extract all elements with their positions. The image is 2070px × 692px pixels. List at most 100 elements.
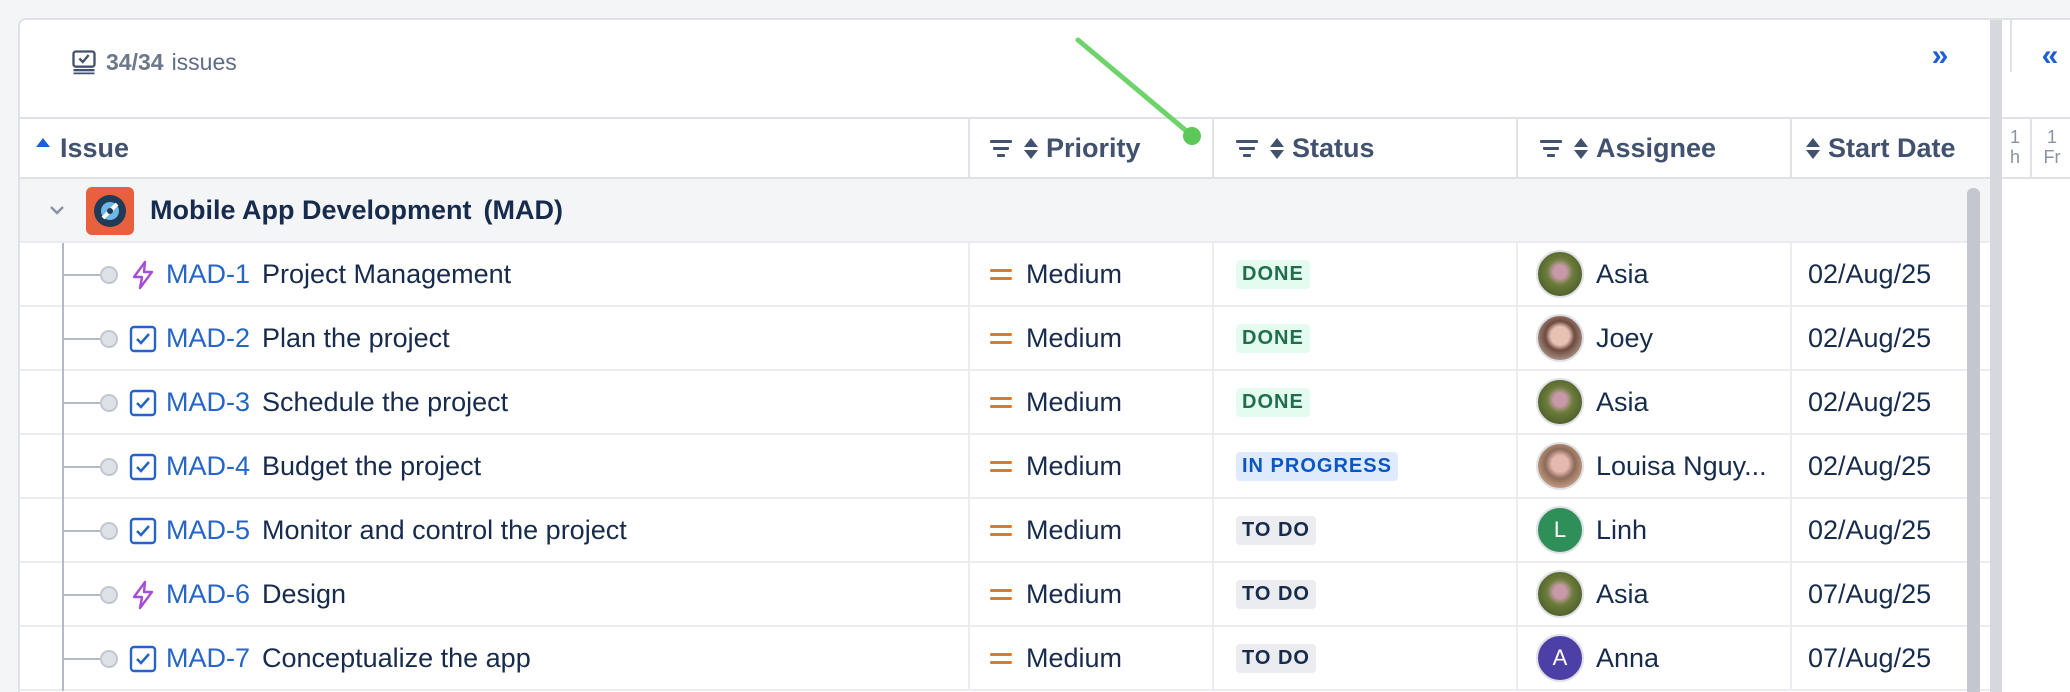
start-date-value: 02/Aug/25 [1808, 386, 1932, 417]
status-cell[interactable]: DONE [1214, 307, 1518, 369]
tree-node-icon [100, 458, 118, 476]
issue-cell[interactable]: MAD-4 Budget the project [20, 435, 970, 499]
start-date-cell[interactable]: 02/Aug/25 [1792, 435, 1967, 497]
table-row[interactable]: MAD-2 Plan the project Medium DONE Joey 02/Au… [20, 307, 1990, 371]
status-badge[interactable]: DONE [1236, 387, 1310, 417]
issue-key-link[interactable]: MAD-1 [166, 259, 250, 290]
issue-summary: Budget the project [262, 450, 482, 481]
vertical-scrollbar-thumb[interactable] [1967, 188, 1980, 692]
issue-summary: Design [262, 578, 347, 609]
priority-label: Medium [1026, 514, 1123, 545]
start-date-cell[interactable]: 02/Aug/25 [1792, 307, 1967, 369]
priority-cell[interactable]: Medium [970, 243, 1214, 305]
priority-cell[interactable]: Medium [970, 307, 1214, 369]
priority-medium-icon [990, 268, 1012, 280]
priority-label: Medium [1026, 322, 1123, 353]
column-header-issue[interactable]: Issue [20, 119, 970, 177]
status-badge[interactable]: TO DO [1236, 643, 1316, 673]
group-name: Mobile App Development [150, 194, 472, 225]
sort-icon [1574, 137, 1588, 159]
start-date-cell[interactable]: 02/Aug/25 [1792, 499, 1967, 561]
issue-key-link[interactable]: MAD-2 [166, 323, 250, 354]
status-cell[interactable]: DONE [1214, 371, 1518, 433]
issue-key-wrap: MAD-3 Schedule the project [166, 371, 508, 433]
tree-line [62, 530, 100, 532]
assignee-cell[interactable]: L Linh [1518, 499, 1792, 561]
status-badge[interactable]: DONE [1236, 259, 1310, 289]
issue-cell[interactable]: MAD-5 Monitor and control the project [20, 499, 970, 563]
column-header-priority-label: Priority [1046, 132, 1141, 163]
column-header-priority[interactable]: Priority [970, 119, 1214, 177]
sort-icon [1806, 137, 1820, 159]
start-date-value: 02/Aug/25 [1808, 514, 1932, 545]
issue-cell[interactable]: MAD-6 Design [20, 563, 970, 627]
issue-key-link[interactable]: MAD-5 [166, 515, 250, 546]
issue-key-wrap: MAD-6 Design [166, 563, 346, 625]
priority-cell[interactable]: Medium [970, 627, 1214, 689]
issue-key-link[interactable]: MAD-7 [166, 643, 250, 674]
table-row[interactable]: MAD-6 Design Medium TO DO Asia 07/Aug/25 [20, 563, 1990, 627]
assignee-cell[interactable]: Joey [1518, 307, 1792, 369]
issue-cell[interactable]: MAD-3 Schedule the project [20, 371, 970, 435]
status-badge[interactable]: TO DO [1236, 579, 1316, 609]
timeline-header: 1 h 1 Fr [2002, 117, 2070, 179]
table-row[interactable]: MAD-3 Schedule the project Medium DONE Asia 0… [20, 371, 1990, 435]
column-header-status[interactable]: Status [1214, 119, 1518, 177]
filter-icon [1236, 139, 1258, 157]
task-checkbox-icon [128, 516, 158, 546]
issue-cell[interactable]: MAD-7 Conceptualize the app [20, 627, 970, 691]
issue-cell[interactable]: MAD-1 Project Management [20, 243, 970, 307]
tree-node-icon [100, 394, 118, 412]
timeline-day-number: 1 [2009, 127, 2020, 147]
issue-cell[interactable]: MAD-2 Plan the project [20, 307, 970, 371]
status-cell[interactable]: IN PROGRESS [1214, 435, 1518, 497]
table-row[interactable]: MAD-1 Project Management Medium DONE Asia 02/… [20, 243, 1990, 307]
status-badge[interactable]: TO DO [1236, 515, 1316, 545]
assignee-cell[interactable]: Louisa Nguy... [1518, 435, 1792, 497]
avatar: A [1536, 634, 1584, 682]
tree-line [62, 402, 100, 404]
collapse-columns-button[interactable]: » [1920, 36, 1960, 76]
start-date-cell[interactable]: 07/Aug/25 [1792, 627, 1967, 689]
table-row[interactable]: MAD-7 Conceptualize the app Medium TO DO A An… [20, 627, 1990, 691]
priority-cell[interactable]: Medium [970, 435, 1214, 497]
assignee-cell[interactable]: Asia [1518, 371, 1792, 433]
start-date-cell[interactable]: 02/Aug/25 [1792, 243, 1967, 305]
assignee-name: Joey [1596, 322, 1654, 353]
status-badge[interactable]: IN PROGRESS [1236, 451, 1398, 481]
priority-label: Medium [1026, 258, 1123, 289]
issue-key-link[interactable]: MAD-6 [166, 579, 250, 610]
assignee-cell[interactable]: Asia [1518, 243, 1792, 305]
expand-timeline-button[interactable]: « [2030, 36, 2070, 76]
assignee-cell[interactable]: A Anna [1518, 627, 1792, 689]
priority-cell[interactable]: Medium [970, 499, 1214, 561]
assignee-name: Asia [1596, 386, 1649, 417]
column-header-assignee[interactable]: Assignee [1518, 119, 1792, 177]
status-cell[interactable]: TO DO [1214, 627, 1518, 689]
column-header-status-label: Status [1292, 132, 1375, 163]
toolbar: 34/34 issues » « [20, 20, 2070, 117]
status-cell[interactable]: TO DO [1214, 563, 1518, 625]
priority-cell[interactable]: Medium [970, 371, 1214, 433]
status-badge[interactable]: DONE [1236, 323, 1310, 353]
assignee-name: Asia [1596, 578, 1649, 609]
issue-key-link[interactable]: MAD-3 [166, 387, 250, 418]
issue-key-link[interactable]: MAD-4 [166, 451, 250, 482]
status-cell[interactable]: TO DO [1214, 499, 1518, 561]
start-date-cell[interactable]: 07/Aug/25 [1792, 563, 1967, 625]
column-header-issue-label: Issue [60, 132, 130, 163]
chevron-down-icon[interactable] [48, 201, 66, 224]
status-cell[interactable]: DONE [1214, 243, 1518, 305]
column-header-start-date[interactable]: Start Date [1792, 119, 1990, 177]
table-row[interactable]: MAD-5 Monitor and control the project Medi… [20, 499, 1990, 563]
issue-key-wrap: MAD-7 Conceptualize the app [166, 627, 531, 689]
start-date-cell[interactable]: 02/Aug/25 [1792, 371, 1967, 433]
group-row[interactable]: Mobile App Development (MAD) [20, 179, 1990, 243]
table-row[interactable]: MAD-4 Budget the project Medium IN PROGRESS… [20, 435, 1990, 499]
priority-medium-icon [990, 460, 1012, 472]
priority-cell[interactable]: Medium [970, 563, 1214, 625]
assignee-cell[interactable]: Asia [1518, 563, 1792, 625]
assignee-name: Linh [1596, 514, 1648, 545]
column-header-assignee-label: Assignee [1596, 132, 1717, 163]
priority-medium-icon [990, 396, 1012, 408]
